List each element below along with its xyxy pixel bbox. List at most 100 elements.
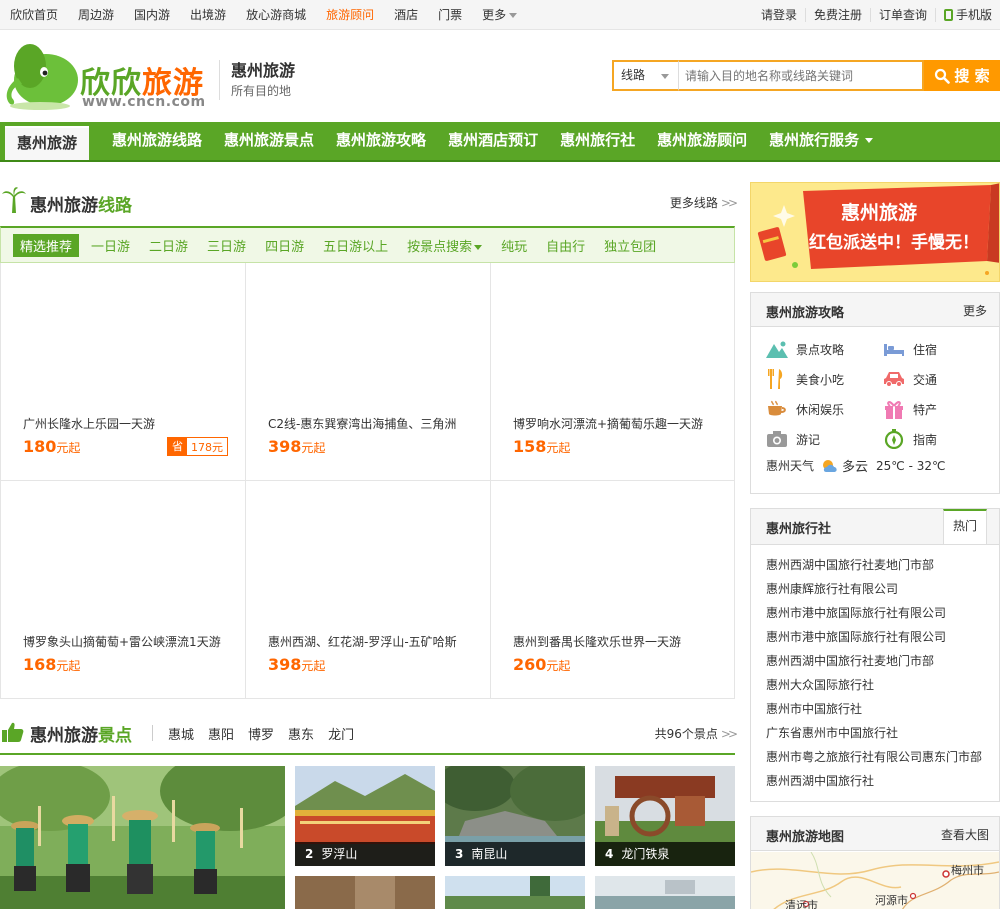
- sight-photo-featured[interactable]: [0, 766, 285, 909]
- sight-card-partial[interactable]: [595, 876, 735, 909]
- sight-name: 罗浮山: [321, 847, 358, 861]
- sight-name: 南昆山: [471, 847, 508, 861]
- route-tab-independent[interactable]: 自由行: [539, 234, 592, 257]
- route-name[interactable]: C2线-惠东巽寮湾出海捕鱼、三角洲: [268, 415, 478, 432]
- route-tab-5day-plus[interactable]: 五日游以上: [316, 234, 395, 257]
- top-nav-home[interactable]: 欣欣首页: [0, 0, 68, 30]
- route-card[interactable]: 惠州到番禺长隆欢乐世界一天游 260元起: [491, 481, 734, 699]
- agencies-box-title: 惠州旅行社: [766, 522, 832, 537]
- main-nav-services[interactable]: 惠州旅行服务: [758, 120, 884, 160]
- sight-card[interactable]: 3 南昆山: [445, 766, 585, 866]
- route-price: 180元起: [23, 437, 80, 456]
- agency-link[interactable]: 惠州西湖中国旅行社麦地门市部: [766, 649, 982, 673]
- tab-hot[interactable]: 热门: [943, 509, 987, 544]
- main-nav-home[interactable]: 惠州旅游: [5, 126, 90, 160]
- route-tab-by-sight[interactable]: 按景点搜索: [400, 234, 489, 257]
- sight-card-partial[interactable]: [445, 876, 585, 909]
- route-price-value: 168: [23, 655, 57, 674]
- guide-more-link[interactable]: 更多: [963, 302, 987, 319]
- route-price-unit: 元起: [56, 441, 81, 455]
- more-routes-link[interactable]: 更多线路 >>: [670, 194, 738, 211]
- sight-card-partial[interactable]: [295, 876, 435, 909]
- search-button[interactable]: 搜 索: [924, 60, 1000, 91]
- route-card[interactable]: 博罗象头山摘葡萄+雷公峡漂流1天游 168元起: [1, 481, 246, 699]
- all-destinations-link[interactable]: 所有目的地: [231, 82, 295, 100]
- top-nav-tickets[interactable]: 门票: [428, 0, 472, 30]
- site-logo[interactable]: 欣欣旅游 www.cncn.com: [0, 36, 215, 112]
- sight-city-huidong[interactable]: 惠东: [288, 724, 314, 743]
- search-input[interactable]: [678, 60, 924, 91]
- guide-food[interactable]: 美食小吃: [766, 368, 866, 390]
- guide-specialty[interactable]: 特产: [883, 398, 983, 420]
- route-card[interactable]: 惠州西湖、红花湖-罗浮山-五矿哈斯 398元起: [246, 481, 491, 699]
- agency-link[interactable]: 惠州市港中旅国际旅行社有限公司: [766, 625, 982, 649]
- route-name[interactable]: 博罗象头山摘葡萄+雷公峡漂流1天游: [23, 633, 233, 650]
- route-tab-private-group[interactable]: 独立包团: [597, 234, 663, 257]
- sight-city-longmen[interactable]: 龙门: [328, 724, 354, 743]
- guide-travelogue[interactable]: 游记: [766, 428, 866, 450]
- sight-card[interactable]: 2 罗浮山: [295, 766, 435, 866]
- top-nav-mall[interactable]: 放心游商城: [236, 0, 316, 30]
- sight-city-huicheng[interactable]: 惠城: [168, 724, 194, 743]
- route-name[interactable]: 惠州西湖、红花湖-罗浮山-五矿哈斯: [268, 633, 478, 650]
- guide-directory[interactable]: 指南: [883, 428, 983, 450]
- route-price-unit: 元起: [301, 659, 326, 673]
- route-tab-4day[interactable]: 四日游: [258, 234, 311, 257]
- gift-icon: [885, 401, 903, 419]
- main-nav-guides[interactable]: 惠州旅游攻略: [325, 120, 437, 160]
- top-nav-outbound[interactable]: 出境游: [180, 0, 236, 30]
- route-tab-3day[interactable]: 三日游: [200, 234, 253, 257]
- view-large-map-link[interactable]: 查看大图: [941, 826, 989, 843]
- route-tabs: 精选推荐 一日游 二日游 三日游 四日游 五日游以上 按景点搜索 纯玩 自由行 …: [0, 226, 735, 263]
- agency-link[interactable]: 惠州西湖中国旅行社麦地门市部: [766, 553, 982, 577]
- route-name[interactable]: 惠州到番禺长隆欢乐世界一天游: [513, 633, 723, 650]
- route-name[interactable]: 广州长隆水上乐园一天游: [23, 415, 233, 432]
- route-card[interactable]: 广州长隆水上乐园一天游 180元起 省 178元: [1, 263, 246, 481]
- guide-lodging[interactable]: 住宿: [883, 338, 983, 360]
- main-nav-sights[interactable]: 惠州旅游景点: [213, 120, 325, 160]
- agency-link[interactable]: 惠州市港中旅国际旅行社有限公司: [766, 601, 982, 625]
- guide-sights[interactable]: 景点攻略: [766, 338, 866, 360]
- order-query-link[interactable]: 订单查询: [869, 8, 935, 22]
- route-tab-1day[interactable]: 一日游: [84, 234, 137, 257]
- guide-transport[interactable]: 交通: [883, 368, 983, 390]
- sight-city-huiyang[interactable]: 惠阳: [208, 724, 234, 743]
- guide-leisure[interactable]: 休闲娱乐: [766, 398, 866, 420]
- sight-count-link[interactable]: 共96个景点 >>: [655, 725, 738, 742]
- login-link[interactable]: 请登录: [753, 8, 805, 22]
- register-link[interactable]: 免费注册: [804, 8, 870, 22]
- guide-box: 惠州旅游攻略 更多 景点攻略 住宿 美食小吃 交通 休闲娱乐 特产 游记 指南 …: [750, 292, 1000, 494]
- route-tab-2day[interactable]: 二日游: [142, 234, 195, 257]
- agency-link[interactable]: 惠州大众国际旅行社: [766, 673, 982, 697]
- route-tab-pure-play[interactable]: 纯玩: [494, 234, 534, 257]
- route-card[interactable]: 博罗响水河漂流+摘葡萄乐趣一天游 158元起: [491, 263, 734, 481]
- agency-link[interactable]: 惠州西湖中国旅行社: [766, 769, 982, 793]
- top-nav-hotel[interactable]: 酒店: [384, 0, 428, 30]
- top-nav-domestic[interactable]: 国内游: [124, 0, 180, 30]
- top-nav-more[interactable]: 更多: [472, 0, 527, 30]
- sight-city-boluo[interactable]: 博罗: [248, 724, 274, 743]
- top-nav-advisor[interactable]: 旅游顾问: [316, 0, 384, 30]
- top-nav-nearby[interactable]: 周边游: [68, 0, 124, 30]
- main-nav-services-label: 惠州旅行服务: [769, 131, 860, 149]
- palm-tree-icon: [2, 187, 26, 213]
- route-tab-featured[interactable]: 精选推荐: [13, 233, 80, 257]
- route-card[interactable]: C2线-惠东巽寮湾出海捕鱼、三角洲 398元起: [246, 263, 491, 481]
- main-nav-routes[interactable]: 惠州旅游线路: [101, 120, 213, 160]
- main-nav-agencies[interactable]: 惠州旅行社: [549, 120, 646, 160]
- main-nav-advisors[interactable]: 惠州旅游顾问: [646, 120, 758, 160]
- fork-knife-icon: [768, 369, 783, 389]
- sight-card[interactable]: 4 龙门铁泉: [595, 766, 735, 866]
- agency-link[interactable]: 惠州康辉旅行社有限公司: [766, 577, 982, 601]
- agencies-box: 惠州旅行社 热门 惠州西湖中国旅行社麦地门市部 惠州康辉旅行社有限公司 惠州市港…: [750, 508, 1000, 802]
- red-packet-banner[interactable]: 惠州旅游 红包派送中！手慢无！: [750, 182, 1000, 282]
- agency-link[interactable]: 惠州市中国旅行社: [766, 697, 982, 721]
- agency-link[interactable]: 广东省惠州市中国旅行社: [766, 721, 982, 745]
- agency-link[interactable]: 惠州市粤之旅旅行社有限公司惠东门市部: [766, 745, 982, 769]
- region-map[interactable]: 梅州市 河源市 清远市: [751, 852, 999, 909]
- main-nav-hotels[interactable]: 惠州酒店预订: [437, 120, 549, 160]
- search-type-select[interactable]: 线路: [612, 60, 678, 91]
- route-name[interactable]: 博罗响水河漂流+摘葡萄乐趣一天游: [513, 415, 723, 432]
- mobile-link[interactable]: 手机版: [934, 8, 1000, 22]
- double-chevron-right-icon: >>: [720, 727, 738, 741]
